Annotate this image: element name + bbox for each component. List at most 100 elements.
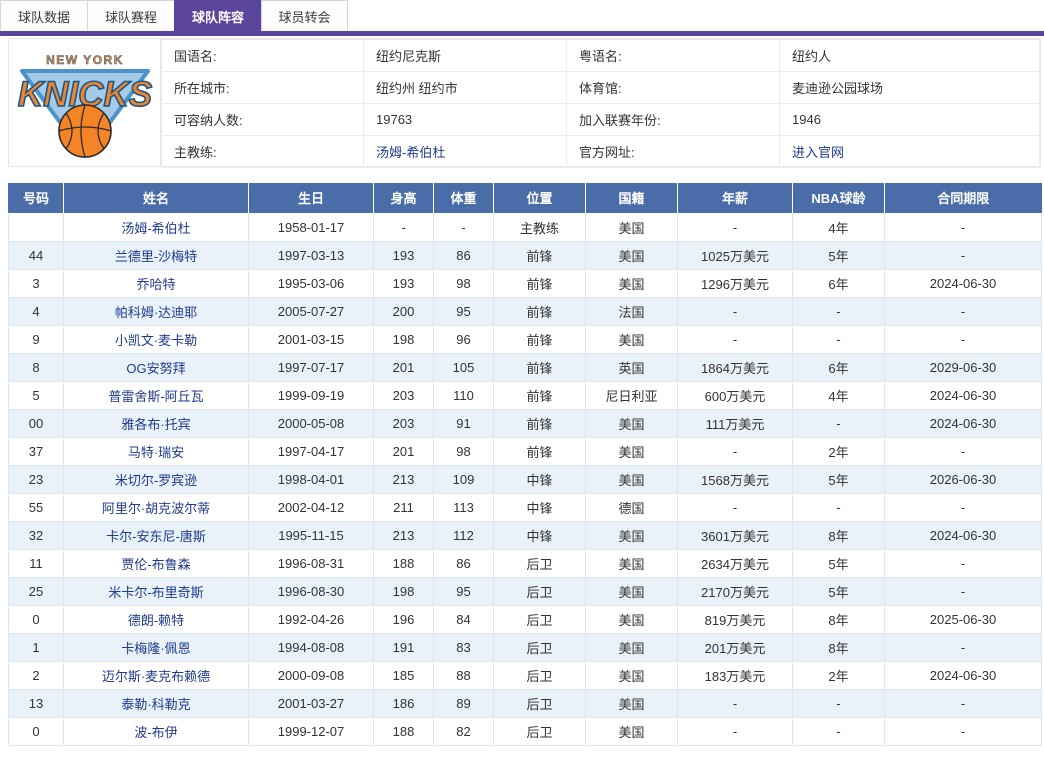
cell-salary: - [678,297,793,325]
cell-weight: 91 [434,409,494,437]
player-name-link[interactable]: 米卡尔-布里奇斯 [108,585,203,600]
cell-name: 乔哈特 [64,269,249,297]
cell-number: 4 [9,297,64,325]
cell-nba-seniority: - [793,717,885,745]
info-link[interactable]: 汤姆-希伯杜 [376,145,445,160]
cell-name: 德朗-赖特 [64,605,249,633]
column-header-contract-expiry: 合同期限 [885,183,1042,213]
cell-salary: - [678,213,793,241]
roster-row: 8OG安努拜1997-07-17201105前锋英国1864万美元6年2029-… [9,353,1042,381]
player-name-link[interactable]: 马特·瑞安 [128,445,184,460]
tab-team-stats[interactable]: 球队数据 [0,0,87,31]
cell-contract-expiry: 2024-06-30 [885,521,1042,549]
cell-nba-seniority: - [793,689,885,717]
cell-height: 200 [374,297,434,325]
player-name-link[interactable]: 波-布伊 [134,725,177,740]
cell-weight: 84 [434,605,494,633]
cell-height: 211 [374,493,434,521]
player-name-link[interactable]: 卡尔-安东尼-唐斯 [106,529,206,544]
player-name-link[interactable]: 贾伦-布鲁森 [121,557,190,572]
tab-bar: 球队数据球队赛程球队阵容球员转会 [0,0,1044,31]
cell-nationality: 美国 [586,269,678,297]
cell-height: 188 [374,717,434,745]
cell-contract-expiry: - [885,213,1042,241]
player-name-link[interactable]: 汤姆-希伯杜 [121,221,190,236]
cell-number: 5 [9,381,64,409]
cell-number: 32 [9,521,64,549]
cell-birthday: 2000-09-08 [249,661,374,689]
player-name-link[interactable]: 卡梅隆·佩恩 [121,641,190,656]
cell-weight: 86 [434,549,494,577]
player-name-link[interactable]: 兰德里-沙梅特 [115,249,197,264]
cell-number: 9 [9,325,64,353]
cell-birthday: 2001-03-27 [249,689,374,717]
info-label: 主教练: [162,136,364,168]
cell-name: 普雷舍斯-阿丘瓦 [64,381,249,409]
cell-name: 卡尔-安东尼-唐斯 [64,521,249,549]
cell-weight: 112 [434,521,494,549]
tab-team-roster[interactable]: 球队阵容 [174,0,261,31]
player-name-link[interactable]: 乔哈特 [136,277,175,292]
cell-nba-seniority: - [793,297,885,325]
column-header-number: 号码 [9,183,64,213]
cell-contract-expiry: - [885,577,1042,605]
roster-row: 汤姆-希伯杜1958-01-17--主教练美国-4年- [9,213,1042,241]
cell-name: 雅各布·托宾 [64,409,249,437]
cell-position: 中锋 [494,493,586,521]
cell-contract-expiry: - [885,633,1042,661]
player-name-link[interactable]: OG安努拜 [126,361,185,376]
player-name-link[interactable]: 泰勒·科勒克 [121,697,190,712]
cell-position: 主教练 [494,213,586,241]
cell-height: 193 [374,269,434,297]
cell-nationality: 美国 [586,633,678,661]
cell-number: 2 [9,661,64,689]
tab-team-schedule[interactable]: 球队赛程 [87,0,174,31]
cell-weight: - [434,213,494,241]
cell-weight: 113 [434,493,494,521]
player-name-link[interactable]: 德朗-赖特 [128,613,184,628]
player-name-link[interactable]: 普雷舍斯-阿丘瓦 [108,389,203,404]
team-info-panel: NEW YORK KNICKS 国语名:纽约尼克斯粤语名:纽约人所在城市:纽约州… [8,38,1041,167]
cell-name: 波-布伊 [64,717,249,745]
cell-name: 帕科姆·达迪耶 [64,297,249,325]
team-logo: NEW YORK KNICKS [9,39,161,166]
cell-birthday: 1992-04-26 [249,605,374,633]
cell-nba-seniority: 2年 [793,437,885,465]
player-name-link[interactable]: 帕科姆·达迪耶 [115,305,197,320]
tab-player-transfer[interactable]: 球员转会 [261,0,348,31]
cell-nba-seniority: 8年 [793,521,885,549]
cell-position: 后卫 [494,549,586,577]
cell-nationality: 美国 [586,521,678,549]
basketball-icon [59,105,111,157]
column-header-name: 姓名 [64,183,249,213]
cell-salary: 1296万美元 [678,269,793,297]
cell-nba-seniority: - [793,493,885,521]
cell-birthday: 1997-04-17 [249,437,374,465]
player-name-link[interactable]: 小凯文·麦卡勒 [115,333,197,348]
cell-nationality: 美国 [586,465,678,493]
cell-height: 191 [374,633,434,661]
cell-name: 迈尔斯·麦克布赖德 [64,661,249,689]
cell-number: 3 [9,269,64,297]
cell-birthday: 2005-07-27 [249,297,374,325]
info-link[interactable]: 进入官网 [792,145,844,160]
info-label: 体育馆: [567,72,780,104]
roster-row: 9小凯文·麦卡勒2001-03-1519896前锋美国--- [9,325,1042,353]
player-name-link[interactable]: 迈尔斯·麦克布赖德 [102,669,210,684]
player-name-link[interactable]: 阿里尔·胡克波尔蒂 [102,501,210,516]
cell-nationality: 英国 [586,353,678,381]
cell-nationality: 德国 [586,493,678,521]
cell-height: 201 [374,353,434,381]
column-header-salary: 年薪 [678,183,793,213]
cell-salary: 3601万美元 [678,521,793,549]
cell-name: 汤姆-希伯杜 [64,213,249,241]
cell-contract-expiry: - [885,493,1042,521]
cell-salary: 1568万美元 [678,465,793,493]
cell-weight: 98 [434,269,494,297]
player-name-link[interactable]: 雅各布·托宾 [121,417,190,432]
cell-nba-seniority: 8年 [793,633,885,661]
player-name-link[interactable]: 米切尔-罗宾逊 [115,473,197,488]
cell-birthday: 1998-04-01 [249,465,374,493]
cell-salary: 600万美元 [678,381,793,409]
cell-birthday: 1996-08-30 [249,577,374,605]
